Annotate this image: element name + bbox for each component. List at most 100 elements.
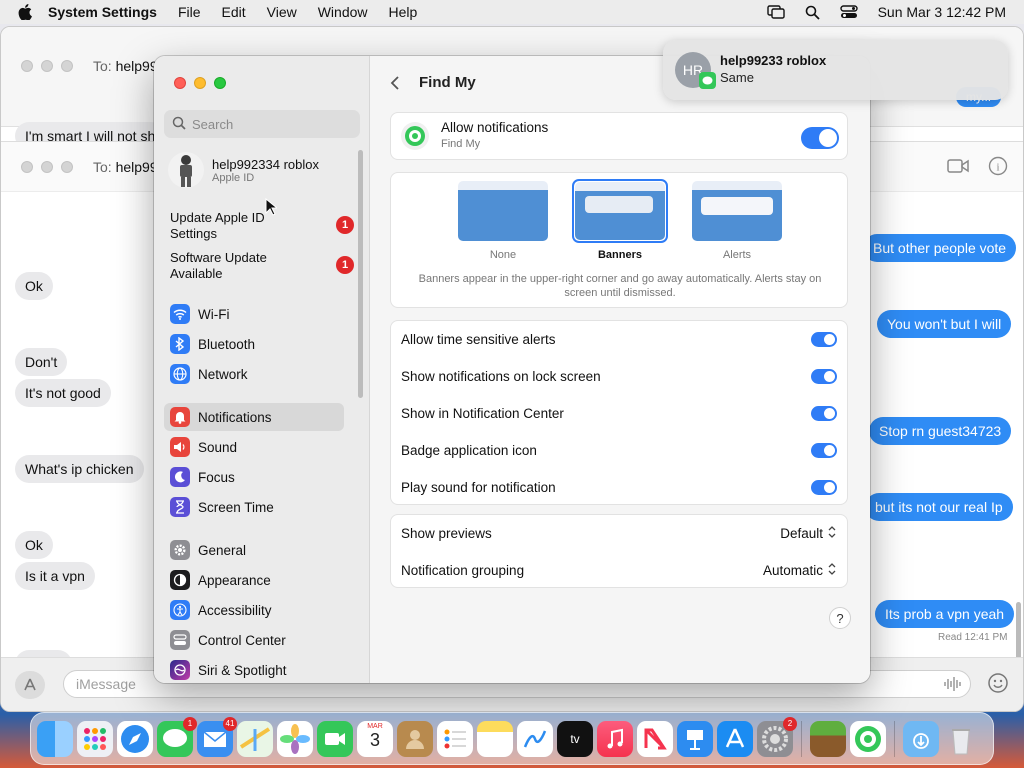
contacts-icon[interactable] — [397, 720, 433, 757]
lock-screen-toggle[interactable] — [811, 369, 837, 384]
mail-icon[interactable]: 41 — [197, 716, 237, 757]
sidebar-item-control-center[interactable]: Control Center — [164, 626, 344, 654]
sidebar-item-sound[interactable]: Sound — [164, 433, 344, 461]
news-icon[interactable] — [637, 720, 673, 757]
apple-tv-icon[interactable]: tv — [557, 720, 593, 757]
message-bubble-received: Don't — [15, 348, 68, 376]
play-sound-toggle[interactable] — [811, 480, 837, 495]
toggle-label: Play sound for notification — [401, 480, 556, 495]
notification-body: Same — [720, 70, 754, 85]
apple-id-profile[interactable]: help992334 roblox Apple ID — [168, 152, 358, 188]
alert-style-alerts[interactable]: Alerts — [692, 181, 782, 261]
software-update-available[interactable]: Software Update Available 1 — [170, 250, 360, 282]
notification-banner[interactable]: HR help99233 roblox Same — [663, 40, 1008, 100]
sidebar-item-focus[interactable]: Focus — [164, 463, 344, 491]
menu-file[interactable]: File — [178, 4, 201, 20]
appearance-icon — [170, 570, 190, 590]
minecraft-icon[interactable] — [810, 720, 846, 757]
system-settings-dock-icon[interactable]: 2 — [757, 716, 797, 757]
alert-style-none[interactable]: None — [458, 181, 548, 261]
downloads-folder-icon[interactable] — [903, 720, 939, 757]
help-button[interactable]: ? — [829, 607, 851, 629]
info-icon[interactable]: i — [988, 156, 1008, 179]
notification-center-toggle[interactable] — [811, 406, 837, 421]
emoji-icon[interactable] — [987, 672, 1009, 697]
minimize-button[interactable] — [41, 161, 53, 173]
sidebar-search-field[interactable]: Search — [164, 110, 360, 138]
freeform-icon[interactable] — [517, 720, 553, 757]
sidebar-item-wifi[interactable]: Wi-Fi — [164, 300, 344, 328]
back-chevron-icon[interactable] — [390, 75, 400, 94]
toggle-label: Show notifications on lock screen — [401, 369, 601, 384]
spotlight-search-icon[interactable] — [805, 5, 820, 20]
reminders-icon[interactable] — [437, 720, 473, 757]
notification-grouping-select[interactable]: Automatic — [763, 562, 837, 579]
sidebar-item-accessibility[interactable]: Accessibility — [164, 596, 344, 624]
notification-options-card: Allow time sensitive alerts Show notific… — [390, 320, 848, 505]
facetime-icon[interactable] — [317, 720, 353, 757]
minimize-button[interactable] — [41, 60, 53, 72]
minimize-button[interactable] — [194, 77, 206, 89]
keynote-icon[interactable] — [677, 720, 713, 757]
sidebar-item-appearance[interactable]: Appearance — [164, 566, 344, 594]
badge-toggle[interactable] — [811, 443, 837, 458]
facetime-video-icon[interactable] — [947, 158, 969, 177]
messages-dock-icon[interactable]: 1 — [157, 716, 197, 757]
allow-notifications-sublabel: Find My — [441, 138, 481, 150]
find-my-dock-icon[interactable] — [850, 720, 886, 757]
music-icon[interactable] — [597, 720, 633, 757]
sidebar-item-notifications[interactable]: Notifications — [164, 403, 344, 431]
menu-window[interactable]: Window — [318, 4, 368, 20]
sidebar-item-screen-time[interactable]: Screen Time — [164, 493, 344, 521]
sidebar-item-general[interactable]: General — [164, 536, 344, 564]
settings-sidebar: Search help992334 roblox Apple ID Update… — [154, 56, 370, 683]
zoom-button[interactable] — [61, 161, 73, 173]
close-button[interactable] — [174, 77, 186, 89]
menu-datetime[interactable]: Sun Mar 3 12:42 PM — [878, 4, 1006, 20]
sidebar-item-label: Wi-Fi — [198, 306, 230, 322]
bluetooth-icon — [170, 334, 190, 354]
to-field[interactable]: To: help99 — [93, 159, 158, 175]
control-center-icon[interactable] — [839, 5, 858, 19]
calendar-month: MAR — [367, 722, 383, 730]
zoom-button[interactable] — [61, 60, 73, 72]
sidebar-scrollbar[interactable] — [358, 150, 363, 398]
menu-edit[interactable]: Edit — [222, 4, 246, 20]
alert-style-banners[interactable]: Banners — [572, 179, 668, 261]
menu-help[interactable]: Help — [389, 4, 418, 20]
select-value: Default — [780, 526, 823, 541]
toggle-row-notification-center: Show in Notification Center — [391, 395, 847, 432]
sidebar-item-siri-spotlight[interactable]: Siri & Spotlight — [164, 656, 344, 683]
allow-notifications-toggle[interactable] — [801, 127, 839, 149]
globe-icon — [170, 364, 190, 384]
show-previews-select[interactable]: Default — [780, 525, 837, 542]
audio-waveform-icon[interactable] — [943, 676, 961, 695]
message-bubble-received: Ok — [15, 531, 53, 559]
close-button[interactable] — [21, 60, 33, 72]
finder-icon[interactable] — [37, 720, 73, 757]
sidebar-item-label: Siri & Spotlight — [198, 662, 287, 678]
photos-icon[interactable] — [277, 720, 313, 757]
updown-chevron-icon — [827, 562, 837, 579]
sidebar-item-label: Screen Time — [198, 499, 274, 515]
to-field-back[interactable]: To: help99 — [93, 58, 158, 74]
app-store-icon[interactable] — [717, 720, 753, 757]
calendar-icon[interactable]: MAR 3 — [357, 720, 393, 757]
menu-view[interactable]: View — [267, 4, 297, 20]
apple-menu-icon[interactable] — [18, 4, 34, 20]
trash-icon[interactable] — [943, 721, 979, 757]
screen-mirroring-icon[interactable] — [766, 5, 785, 19]
safari-icon[interactable] — [117, 720, 153, 757]
zoom-button[interactable] — [214, 77, 226, 89]
allow-notifications-label: Allow notifications — [441, 120, 549, 135]
notes-icon[interactable] — [477, 720, 513, 757]
toggle-row-time-sensitive: Allow time sensitive alerts — [391, 321, 847, 358]
launchpad-icon[interactable] — [77, 720, 113, 757]
app-store-apps-icon[interactable] — [15, 671, 45, 699]
menu-app-name[interactable]: System Settings — [48, 4, 157, 20]
sidebar-item-network[interactable]: Network — [164, 360, 344, 388]
maps-icon[interactable] — [237, 720, 273, 757]
time-sensitive-toggle[interactable] — [811, 332, 837, 347]
close-button[interactable] — [21, 161, 33, 173]
sidebar-item-bluetooth[interactable]: Bluetooth — [164, 330, 344, 358]
